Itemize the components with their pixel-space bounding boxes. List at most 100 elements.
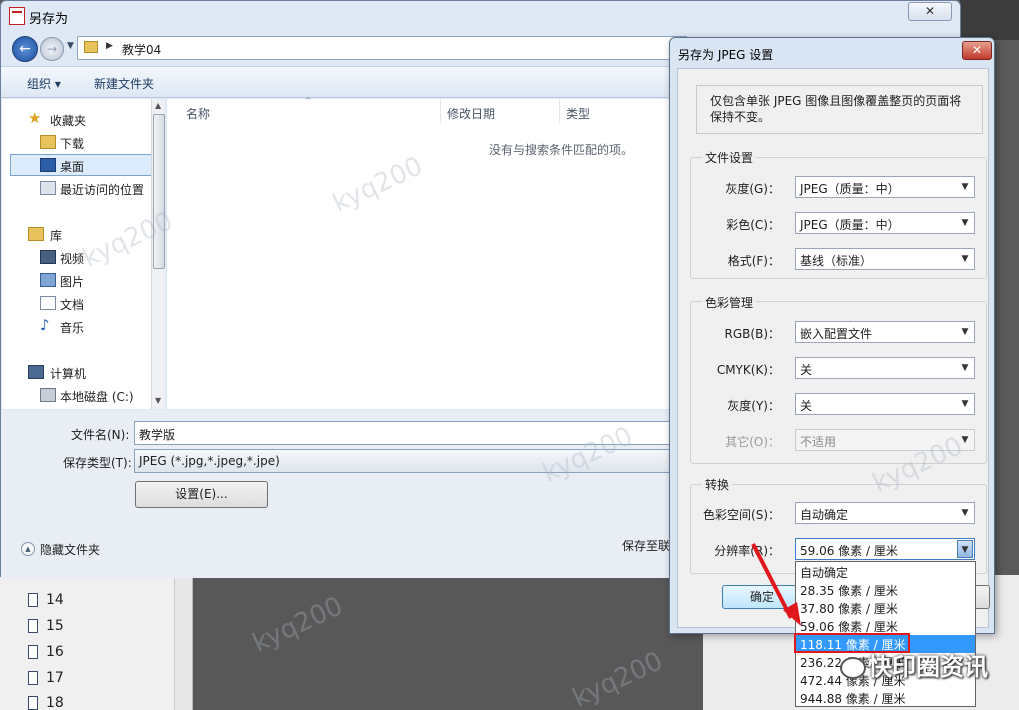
nav-recent-places[interactable]: 最近访问的位置 (2, 178, 150, 200)
chevron-down-icon: ▼ (961, 435, 969, 445)
colorspace-select[interactable]: 自动确定 ▼ (795, 502, 975, 524)
colorspace-label: 色彩空间(S)： (703, 508, 780, 522)
gray-profile-label: 灰度(Y)： (727, 399, 780, 413)
chevron-down-icon: ▼ (961, 508, 969, 518)
save-to-label: 保存至联 (622, 539, 671, 553)
nav-desktop[interactable]: 桌面 (10, 154, 158, 176)
nav-downloads[interactable]: 下载 (2, 132, 150, 154)
computer-icon (28, 365, 44, 379)
resolution-option[interactable]: 28.35 像素 / 厘米 (796, 581, 975, 599)
new-folder-button[interactable]: 新建文件夹 (94, 75, 154, 92)
panel-scrollbar[interactable] (175, 575, 193, 710)
nav-local-disk[interactable]: 本地磁盘 (C:) (2, 385, 150, 407)
back-button[interactable]: ← (12, 36, 38, 62)
column-date[interactable]: 修改日期 (447, 105, 495, 122)
history-dropdown-icon[interactable]: ▼ (67, 41, 74, 51)
page-icon (28, 696, 38, 710)
grayscale-label: 灰度(G)： (725, 182, 780, 196)
nav-favorites[interactable]: ★ 收藏夹 (2, 109, 150, 131)
page-thumbnail-panel: 14 15 16 17 18 (0, 575, 175, 710)
star-icon: ★ (28, 109, 42, 127)
nav-music[interactable]: ♪ 音乐 (2, 316, 150, 338)
music-icon: ♪ (40, 316, 50, 334)
format-label: 格式(F)： (727, 254, 780, 268)
forward-button[interactable]: → (40, 37, 64, 61)
scrollbar-thumb[interactable] (153, 114, 165, 269)
filetype-label: 保存类型(T): (63, 456, 132, 470)
rgb-label: RGB(B)： (724, 327, 780, 341)
wechat-icon (840, 657, 866, 679)
info-message: 仅包含单张 JPEG 图像且图像覆盖整页的页面将保持不变。 (696, 85, 983, 134)
other-select: 不适用 ▼ (795, 429, 975, 451)
format-select[interactable]: 基线（标准） ▼ (795, 248, 975, 270)
recent-places-icon (40, 181, 56, 195)
color-select[interactable]: JPEG（质量：中） ▼ (795, 212, 975, 234)
page-icon (28, 593, 38, 607)
video-icon (40, 250, 56, 264)
address-bar[interactable]: ▶ 教学04 (77, 36, 687, 60)
resolution-option[interactable]: 自动确定 (796, 563, 975, 581)
document-canvas (193, 575, 703, 710)
group-title: 文件设置 (702, 149, 757, 166)
chevron-down-icon: ▼ (961, 218, 969, 228)
filetype-select[interactable]: JPEG (*.jpg,*.jpeg,*.jpe) (134, 449, 674, 473)
grayscale-select[interactable]: JPEG（质量：中） ▼ (795, 176, 975, 198)
other-label: 其它(O)： (725, 435, 780, 449)
empty-list-message: 没有与搜索条件匹配的项。 (489, 143, 634, 157)
column-type[interactable]: 类型 (566, 105, 590, 122)
resolution-select[interactable]: 59.06 像素 / 厘米 ▼ (795, 538, 975, 560)
group-title: 转换 (702, 476, 733, 493)
sort-indicator-icon: ^ (305, 96, 312, 105)
column-divider[interactable] (559, 99, 560, 123)
rgb-select[interactable]: 嵌入配置文件 ▼ (795, 321, 975, 343)
close-button[interactable]: ✕ (962, 41, 992, 60)
file-list[interactable]: ^ 名称 修改日期 类型 没有与搜索条件匹配的项。 (167, 96, 672, 409)
picture-icon (40, 273, 56, 287)
cmyk-select[interactable]: 关 ▼ (795, 357, 975, 379)
library-icon (28, 227, 44, 241)
chevron-down-icon: ▼ (961, 327, 969, 337)
filename-label: 文件名(N): (71, 428, 130, 442)
download-folder-icon (40, 135, 56, 149)
scroll-down-icon[interactable]: ▼ (155, 396, 161, 405)
pdf-app-icon (9, 7, 25, 25)
gray-profile-select[interactable]: 关 ▼ (795, 393, 975, 415)
dialog-title: 另存为 (29, 12, 69, 27)
document-icon (40, 296, 56, 310)
nav-scrollbar[interactable]: ▲ ▼ (151, 99, 165, 409)
color-label: 彩色(C)： (726, 218, 780, 232)
disk-icon (40, 388, 56, 402)
navigation-pane: ★ 收藏夹 下载 桌面 最近访问的位置 库 视频 图片 文档 ♪ 音乐 计算机 本地… (2, 99, 165, 409)
brand-watermark: 快印圈资讯 (840, 647, 988, 681)
settings-button[interactable]: 设置(E)... (135, 481, 268, 508)
nav-videos[interactable]: 视频 (2, 247, 150, 269)
nav-computer[interactable]: 计算机 (2, 362, 150, 384)
chevron-up-icon: ▲ (21, 542, 35, 556)
folder-icon (84, 41, 98, 53)
chevron-down-icon: ▼ (961, 363, 969, 373)
resolution-option[interactable]: 944.88 像素 / 厘米 (796, 689, 975, 707)
column-name[interactable]: 名称 (186, 105, 210, 122)
organize-button[interactable]: 组织 ▾ (27, 75, 61, 92)
chevron-down-icon[interactable]: ▼ (957, 540, 973, 558)
nav-libraries[interactable]: 库 (2, 224, 150, 246)
chevron-down-icon: ▼ (961, 182, 969, 192)
resolution-option[interactable]: 37.80 像素 / 厘米 (796, 599, 975, 617)
breadcrumb-separator-icon[interactable]: ▶ (106, 41, 113, 51)
close-button[interactable]: ✕ (908, 2, 952, 21)
nav-documents[interactable]: 文档 (2, 293, 150, 315)
background-window-edge (960, 0, 1019, 40)
scroll-up-icon[interactable]: ▲ (155, 101, 161, 110)
filename-input[interactable]: 教学版 (134, 421, 674, 445)
page-icon (28, 645, 38, 659)
dialog-title: 另存为 JPEG 设置 (678, 48, 774, 62)
nav-pictures[interactable]: 图片 (2, 270, 150, 292)
cmyk-label: CMYK(K)： (716, 363, 780, 377)
desktop-icon (40, 158, 56, 172)
column-divider[interactable] (440, 99, 441, 123)
chevron-down-icon: ▼ (961, 399, 969, 409)
title-bar: 另存为 ✕ (1, 1, 960, 33)
breadcrumb-folder[interactable]: 教学04 (122, 41, 161, 58)
annotation-arrow-icon (751, 543, 801, 626)
page-icon (28, 619, 38, 633)
